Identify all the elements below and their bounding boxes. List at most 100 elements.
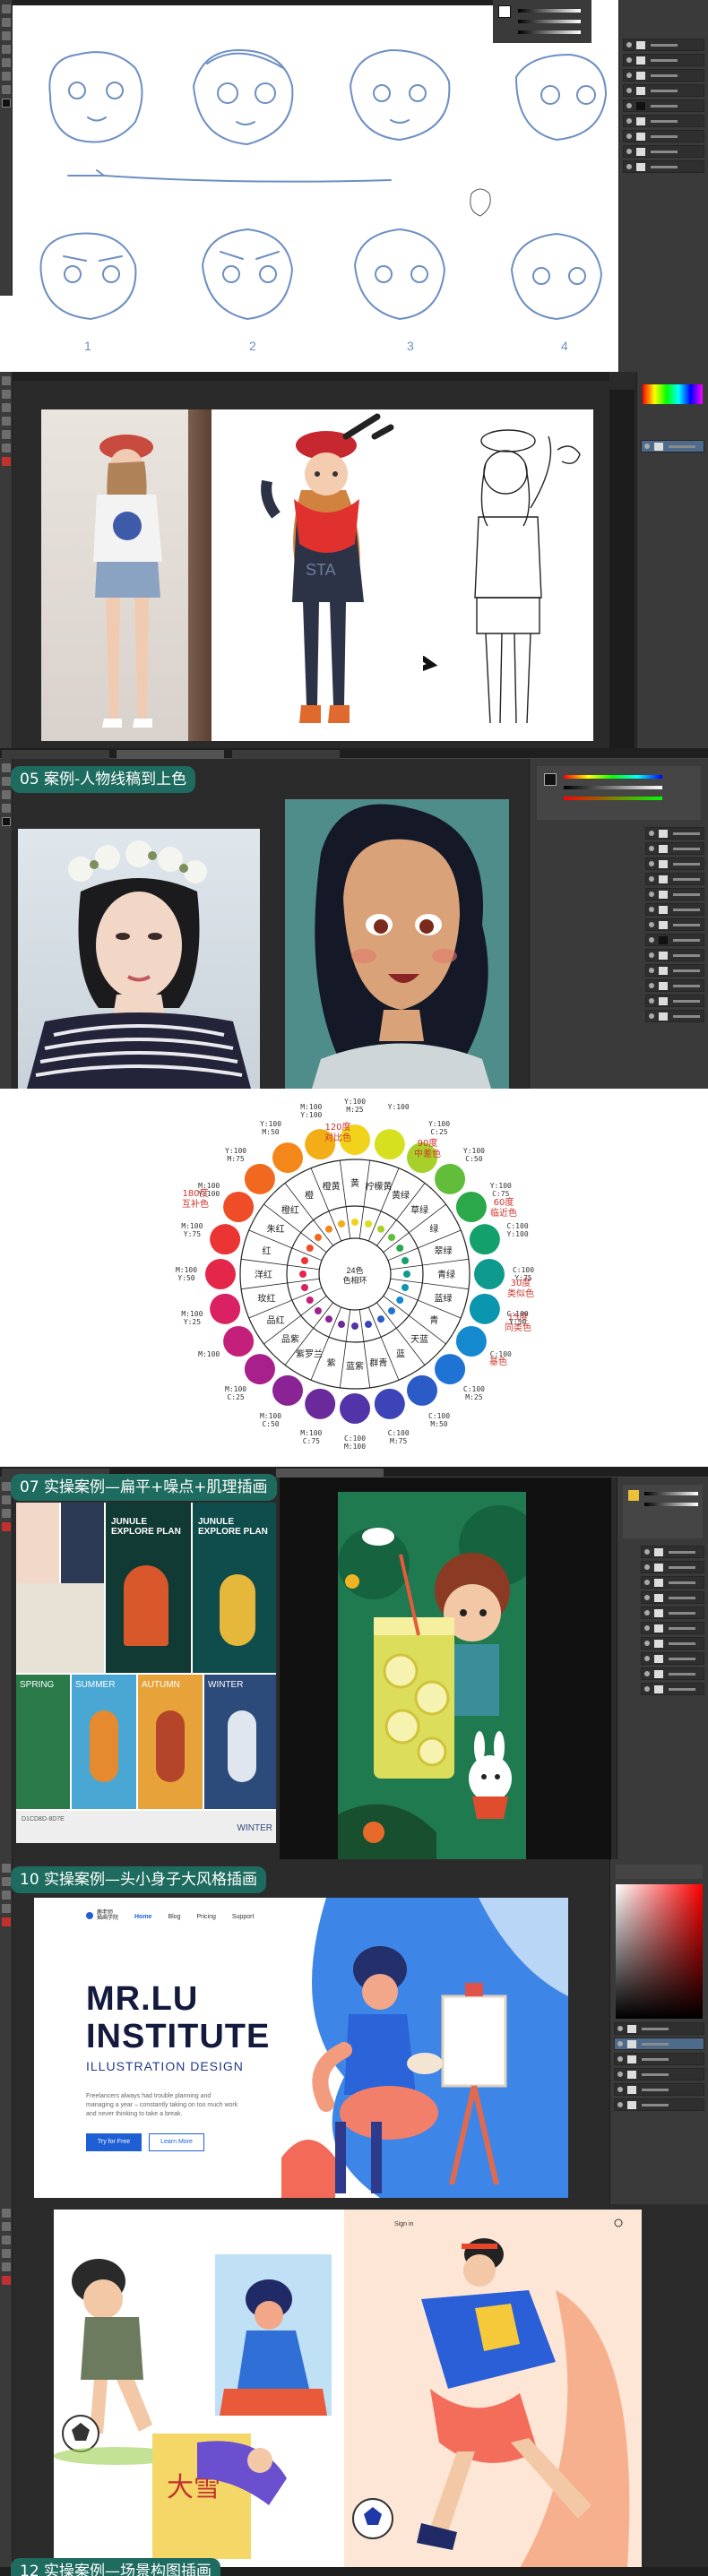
color-dot	[377, 1315, 384, 1323]
layer-row[interactable]	[614, 2022, 704, 2035]
layer-row[interactable]	[614, 2053, 704, 2065]
move-tool-icon[interactable]	[2, 1482, 11, 1491]
layer-row[interactable]	[614, 2083, 704, 2096]
layer-row[interactable]	[623, 39, 704, 51]
cmy-value: C:100 Y:75	[512, 1266, 535, 1282]
brush-tool-icon[interactable]	[2, 790, 11, 799]
layer-row[interactable]	[614, 2068, 704, 2081]
tab-document[interactable]	[117, 750, 225, 759]
color-swatch-icon[interactable]	[2, 1917, 11, 1926]
move-tool-icon[interactable]	[2, 4, 11, 13]
layer-row[interactable]	[645, 1010, 704, 1022]
layer-row[interactable]	[645, 934, 704, 946]
color-swatch	[272, 1142, 303, 1174]
brush-tool-icon[interactable]	[2, 58, 11, 67]
layer-row[interactable]	[645, 979, 704, 992]
layer-row[interactable]	[623, 160, 704, 173]
hue-name: 天蓝	[410, 1334, 428, 1345]
color-swatch	[435, 1354, 466, 1385]
brush-tool-icon[interactable]	[2, 417, 11, 426]
layer-row[interactable]	[641, 1622, 704, 1634]
site-subtitle: ILLUSTRATION DESIGN	[86, 2059, 244, 2073]
layer-row[interactable]	[623, 145, 704, 158]
layer-row[interactable]	[641, 1637, 704, 1650]
color-swatch-icon[interactable]	[2, 457, 11, 466]
marquee-tool-icon[interactable]	[2, 18, 11, 27]
layer-row[interactable]	[641, 1561, 704, 1573]
marquee-tool-icon[interactable]	[2, 390, 11, 399]
site-logo[interactable]: 鹿老师 插画学院	[86, 1909, 118, 1922]
tab-document[interactable]	[231, 750, 340, 759]
layer-row[interactable]	[614, 2038, 704, 2050]
lasso-tool-icon[interactable]	[2, 31, 11, 40]
hue-name: 翠绿	[435, 1245, 453, 1257]
layer-row[interactable]	[623, 84, 704, 97]
eraser-tool-icon[interactable]	[2, 2249, 11, 2258]
layer-row[interactable]	[641, 1591, 704, 1604]
layer-row[interactable]	[641, 1667, 704, 1680]
crop-tool-icon[interactable]	[2, 45, 11, 54]
brush-tool-icon[interactable]	[2, 2236, 11, 2244]
layer-row[interactable]	[623, 130, 704, 142]
try-free-button[interactable]: Try for Free	[86, 2133, 142, 2151]
cmy-value: Y:100 C:75	[489, 1182, 512, 1198]
move-tool-icon[interactable]	[2, 1864, 11, 1873]
layer-row[interactable]	[623, 69, 704, 82]
eraser-tool-icon[interactable]	[2, 1509, 11, 1518]
tab-document[interactable]	[2, 750, 109, 759]
color-swatch-icon[interactable]	[2, 99, 11, 108]
lasso-tool-icon[interactable]	[2, 403, 11, 412]
eraser-tool-icon[interactable]	[2, 1891, 11, 1900]
tab-document[interactable]	[276, 1469, 384, 1478]
layer-row[interactable]	[623, 54, 704, 66]
hue-name: 洋红	[255, 1269, 272, 1280]
eraser-tool-icon[interactable]	[2, 430, 11, 439]
layer-row[interactable]	[645, 888, 704, 900]
cmy-value: M:100 C:25	[225, 1384, 247, 1401]
layer-row[interactable]	[645, 827, 704, 840]
label-60: 60度 临近色	[490, 1198, 517, 1219]
color-swatch-icon[interactable]	[2, 2276, 11, 2285]
color-dot	[325, 1225, 332, 1233]
layer-row[interactable]	[641, 1652, 704, 1665]
color-swatch-icon[interactable]	[2, 817, 11, 826]
layer-row[interactable]	[645, 949, 704, 961]
color-dot	[337, 1321, 345, 1329]
brush-tool-icon[interactable]	[2, 1495, 11, 1504]
move-tool-icon[interactable]	[2, 376, 11, 385]
layer-row[interactable]	[645, 873, 704, 885]
layer-row[interactable]	[641, 1576, 704, 1589]
cmy-value: M:100 Y:75	[181, 1222, 203, 1239]
learn-more-button[interactable]: Learn More	[149, 2133, 204, 2151]
layer-row[interactable]	[623, 99, 704, 112]
layer-row[interactable]	[641, 440, 704, 452]
layer-row[interactable]	[645, 918, 704, 931]
type-tool-icon[interactable]	[2, 444, 11, 452]
layer-row[interactable]	[645, 857, 704, 870]
brush-tool-icon[interactable]	[2, 1877, 11, 1886]
nav-support[interactable]: Support	[232, 1914, 255, 1920]
nav-home[interactable]: Home	[134, 1914, 151, 1920]
nav-blog[interactable]: Blog	[168, 1914, 180, 1920]
layer-row[interactable]	[645, 964, 704, 977]
layer-row[interactable]	[641, 1607, 704, 1619]
layer-row[interactable]	[614, 2098, 704, 2111]
type-tool-icon[interactable]	[2, 2262, 11, 2271]
type-tool-icon[interactable]	[2, 1904, 11, 1913]
nav-pricing[interactable]: Pricing	[196, 1914, 215, 1920]
lasso-tool-icon[interactable]	[2, 2222, 11, 2231]
layer-row[interactable]	[641, 1683, 704, 1695]
layer-row[interactable]	[641, 1546, 704, 1558]
type-tool-icon[interactable]	[2, 85, 11, 94]
layer-row[interactable]	[645, 903, 704, 916]
eraser-tool-icon[interactable]	[2, 72, 11, 81]
layer-row[interactable]	[623, 115, 704, 127]
move-tool-icon[interactable]	[2, 2209, 11, 2218]
layer-row[interactable]	[645, 995, 704, 1007]
eraser-tool-icon[interactable]	[2, 804, 11, 813]
layer-row[interactable]	[645, 842, 704, 855]
label-90: 90度 中差色	[414, 1139, 441, 1159]
lasso-tool-icon[interactable]	[2, 777, 11, 786]
color-swatch-icon[interactable]	[2, 1522, 11, 1531]
move-tool-icon[interactable]	[2, 763, 11, 772]
